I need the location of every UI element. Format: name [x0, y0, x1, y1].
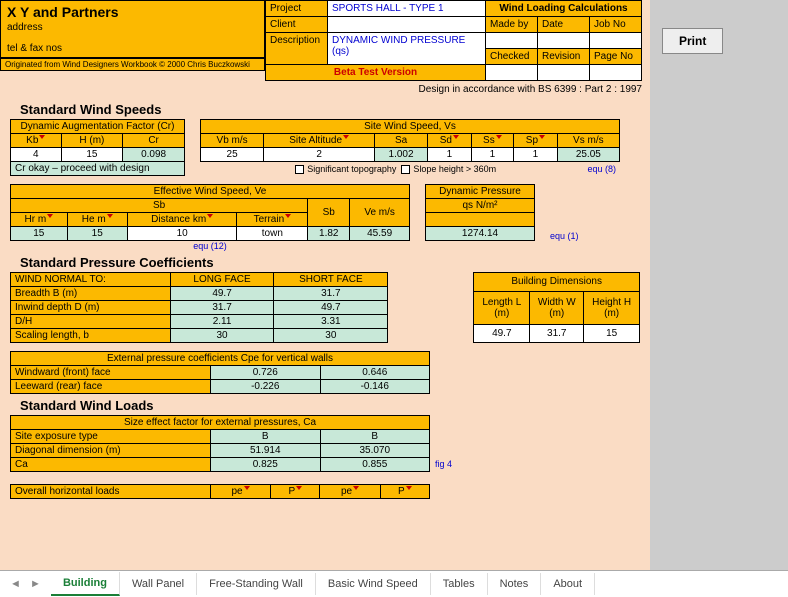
section-wind-speeds: Standard Wind Speeds [0, 98, 650, 119]
date-label: Date [538, 17, 590, 33]
company-tel: tel & fax nos [7, 43, 258, 54]
dp-table: Dynamic Pressure qs N/m² 1274.14 [425, 184, 535, 241]
tri-icon [539, 135, 545, 139]
pageno-label: Page No [590, 49, 642, 65]
bd-table: Building Dimensions Length L (m)Width W … [473, 272, 640, 343]
tri-icon [453, 135, 459, 139]
company-name: X Y and Partners [7, 4, 258, 20]
client-value[interactable] [328, 17, 486, 33]
tri-icon [496, 135, 502, 139]
section-pressure-coef: Standard Pressure Coefficients [0, 251, 650, 272]
tri-icon [406, 486, 412, 490]
tab-notes[interactable]: Notes [488, 573, 542, 595]
tab-tables[interactable]: Tables [431, 573, 488, 595]
checkbox-slope[interactable] [401, 165, 410, 174]
company-block: X Y and Partners address tel & fax nos [0, 0, 265, 58]
jobno-label: Job No [590, 17, 642, 33]
revision-label: Revision [538, 49, 590, 65]
daf-table: Dynamic Augmentation Factor (Cr) KbH (m)… [10, 119, 185, 176]
print-button[interactable]: Print [662, 28, 723, 54]
client-label: Client [266, 17, 328, 33]
ohl-table: Overall horizontal loads pe P pe P [10, 484, 430, 499]
tri-icon [39, 135, 45, 139]
tab-free-standing[interactable]: Free-Standing Wall [197, 573, 316, 595]
project-value[interactable]: SPORTS HALL - TYPE 1 [328, 1, 486, 17]
daf-msg: Cr okay – proceed with design [11, 162, 185, 176]
project-table: Project SPORTS HALL - TYPE 1 Wind Loadin… [265, 0, 642, 81]
ews-table: Effective Wind Speed, Ve SbSbVe m/s Hr m… [10, 184, 410, 241]
tri-icon [47, 214, 53, 218]
desc-label: Description [266, 33, 328, 65]
tri-icon [285, 214, 291, 218]
checked-label: Checked [486, 49, 538, 65]
origin-text: Originated from Wind Designers Workbook … [0, 58, 265, 71]
tri-icon [244, 486, 250, 490]
design-note: Design in accordance with BS 6399 : Part… [0, 81, 650, 98]
wnt-table: WIND NORMAL TO:LONG FACESHORT FACE Bread… [10, 272, 388, 343]
company-address: address [7, 22, 258, 33]
tab-about[interactable]: About [541, 573, 595, 595]
tab-wall-panel[interactable]: Wall Panel [120, 573, 197, 595]
tri-icon [343, 135, 349, 139]
cpe-table: External pressure coefficients Cpe for v… [10, 351, 430, 394]
tri-icon [296, 486, 302, 490]
tab-building[interactable]: Building [51, 572, 120, 596]
tri-icon [107, 214, 113, 218]
madeby-label: Made by [486, 17, 538, 33]
calc-title: Wind Loading Calculations [486, 1, 642, 17]
sws-table: Site Wind Speed, Vs Vb m/s Site Altitude… [200, 119, 620, 162]
tab-nav-left[interactable]: ◄ ► [0, 578, 51, 590]
tri-icon [353, 486, 359, 490]
section-wind-loads: Standard Wind Loads [0, 394, 650, 415]
checkbox-topo[interactable] [295, 165, 304, 174]
sheet-tabs: ◄ ► Building Wall Panel Free-Standing Wa… [0, 570, 788, 597]
tab-basic-wind[interactable]: Basic Wind Speed [316, 573, 431, 595]
tri-icon [207, 214, 213, 218]
sef-table: Size effect factor for external pressure… [10, 415, 430, 472]
beta-version: Beta Test Version [266, 65, 486, 81]
desc-value[interactable]: DYNAMIC WIND PRESSURE (qs) [328, 33, 486, 65]
project-label: Project [266, 1, 328, 17]
